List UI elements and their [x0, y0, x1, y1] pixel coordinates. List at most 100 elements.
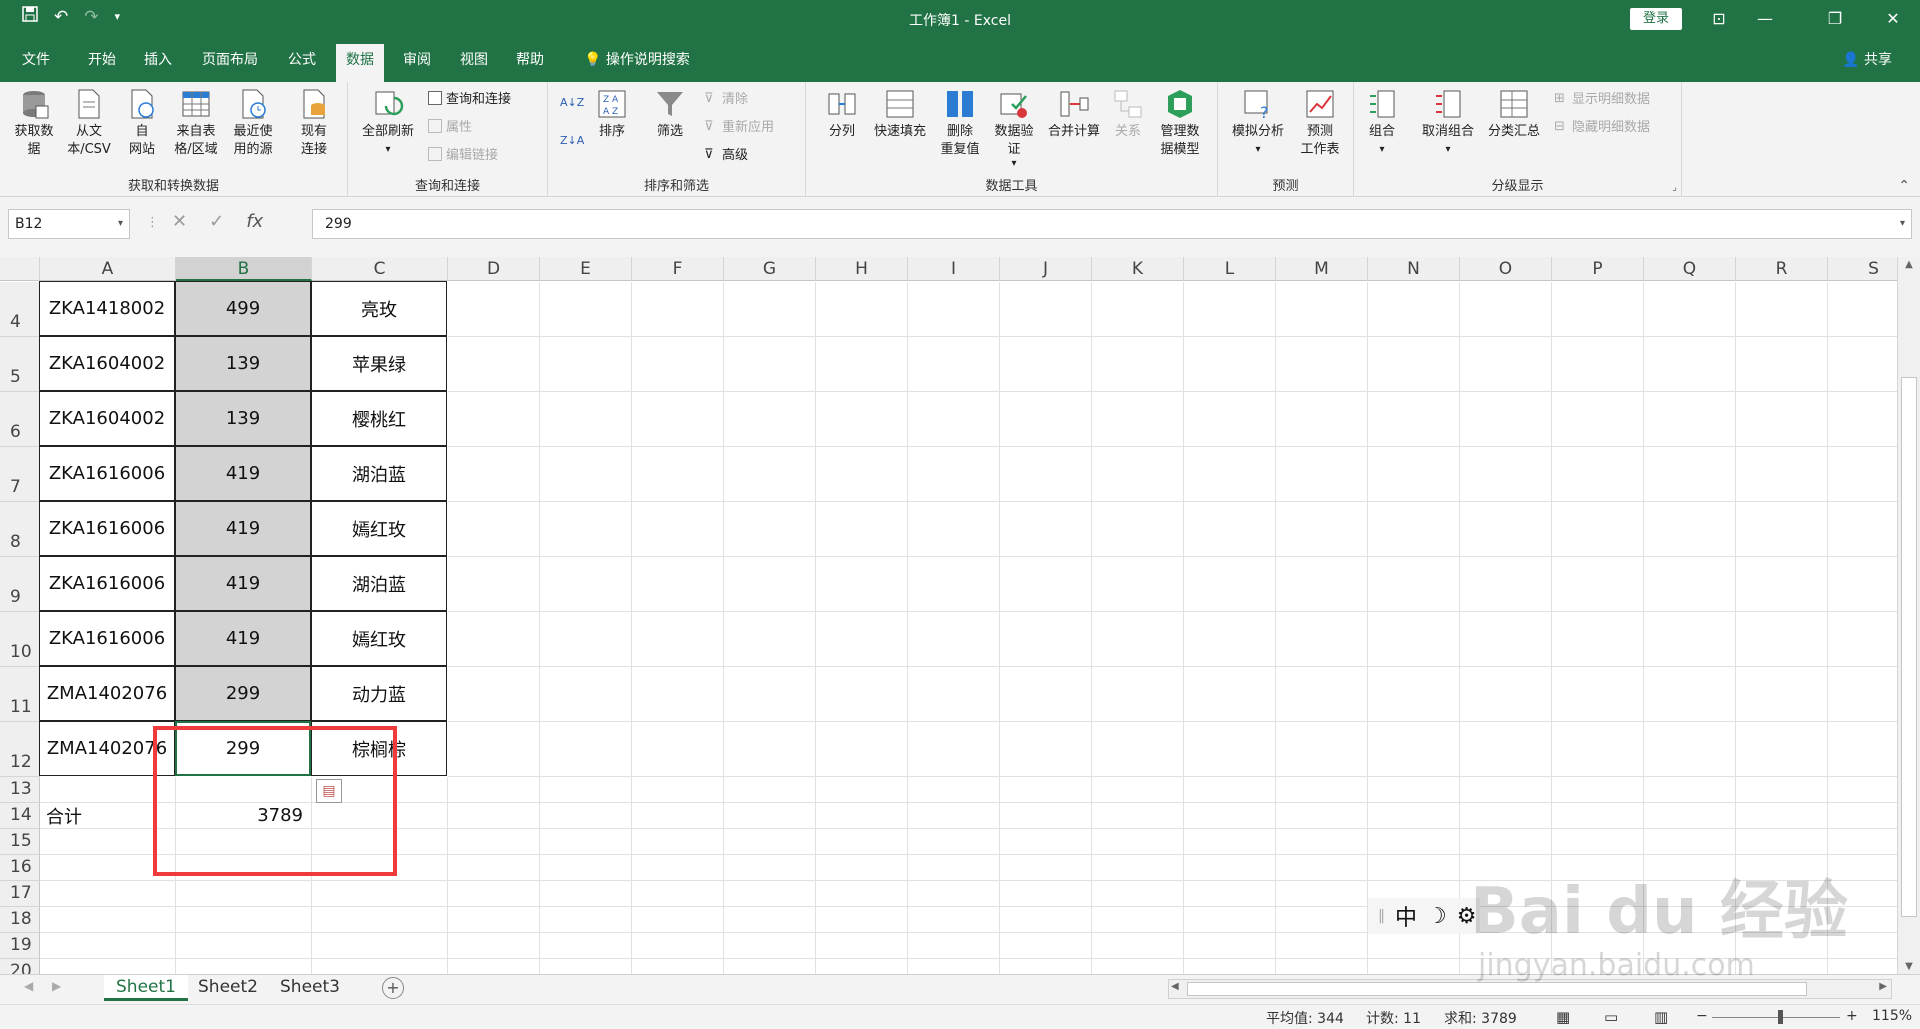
- cell-j[interactable]: [1000, 881, 1092, 907]
- cell-h[interactable]: [816, 502, 908, 557]
- get-data-button[interactable]: 获取数 据: [8, 86, 60, 159]
- row-header[interactable]: 8: [0, 502, 40, 557]
- cell-f[interactable]: [632, 722, 724, 777]
- cell-a[interactable]: ZKA1616006: [39, 611, 175, 666]
- cell-m[interactable]: [1276, 777, 1368, 803]
- tab-data[interactable]: 数据: [336, 44, 384, 82]
- cell-c[interactable]: 苹果绿: [311, 336, 447, 391]
- row-header[interactable]: 17: [0, 881, 40, 907]
- cell-b[interactable]: 419: [175, 611, 311, 666]
- cell-g[interactable]: [724, 447, 816, 502]
- cell-s[interactable]: [1828, 803, 1897, 829]
- cell-r[interactable]: [1736, 502, 1828, 557]
- cell-o[interactable]: [1460, 337, 1552, 392]
- cell-p[interactable]: [1552, 667, 1644, 722]
- cell-o[interactable]: [1460, 667, 1552, 722]
- cell-q[interactable]: [1644, 502, 1736, 557]
- cell-h[interactable]: [816, 447, 908, 502]
- add-sheet-icon[interactable]: +: [382, 977, 404, 999]
- cell-f[interactable]: [632, 855, 724, 881]
- cell-j[interactable]: [1000, 907, 1092, 933]
- cell-h[interactable]: [816, 933, 908, 959]
- vertical-scrollbar[interactable]: ▲ ▼: [1897, 257, 1920, 974]
- cell-g[interactable]: [724, 337, 816, 392]
- page-layout-view-icon[interactable]: ▭: [1604, 1008, 1618, 1026]
- cell-s[interactable]: [1828, 447, 1897, 502]
- normal-view-icon[interactable]: ▦: [1556, 1008, 1570, 1026]
- queries-connections-button[interactable]: 查询和连接: [428, 88, 511, 107]
- sheet-tab-sheet2[interactable]: Sheet2: [186, 975, 270, 1001]
- cell-p[interactable]: [1552, 777, 1644, 803]
- cell-b[interactable]: 419: [175, 556, 311, 611]
- column-header-k[interactable]: K: [1092, 257, 1184, 281]
- cell-e[interactable]: [540, 855, 632, 881]
- cell-i[interactable]: [908, 933, 1000, 959]
- cell-n[interactable]: [1368, 392, 1460, 447]
- cell-p[interactable]: [1552, 282, 1644, 337]
- cell-f[interactable]: [632, 959, 724, 974]
- cell-b[interactable]: [176, 881, 312, 907]
- cell-j[interactable]: [1000, 855, 1092, 881]
- cell-b[interactable]: [176, 907, 312, 933]
- zoom-in-icon[interactable]: +: [1846, 1008, 1858, 1024]
- cell-q[interactable]: [1644, 447, 1736, 502]
- cell-h[interactable]: [816, 829, 908, 855]
- column-header-m[interactable]: M: [1276, 257, 1368, 281]
- column-header-a[interactable]: A: [40, 257, 176, 281]
- cell-i[interactable]: [908, 803, 1000, 829]
- cell-l[interactable]: [1184, 392, 1276, 447]
- cell-l[interactable]: [1184, 907, 1276, 933]
- cell-r[interactable]: [1736, 392, 1828, 447]
- cell-p[interactable]: [1552, 502, 1644, 557]
- cell-r[interactable]: [1736, 803, 1828, 829]
- cell-e[interactable]: [540, 881, 632, 907]
- sort-button[interactable]: Z AA Z 排序: [590, 86, 634, 141]
- cell-d[interactable]: [448, 777, 540, 803]
- cell-b[interactable]: [176, 959, 312, 974]
- cell-q[interactable]: [1644, 777, 1736, 803]
- cell-c[interactable]: [312, 855, 448, 881]
- cell-n[interactable]: [1368, 447, 1460, 502]
- cell-g[interactable]: [724, 907, 816, 933]
- cell-d[interactable]: [448, 282, 540, 337]
- cell-h[interactable]: [816, 959, 908, 974]
- cell-c[interactable]: 湖泊蓝: [311, 446, 447, 501]
- cell-q[interactable]: [1644, 392, 1736, 447]
- cell-n[interactable]: [1368, 612, 1460, 667]
- cell-j[interactable]: [1000, 447, 1092, 502]
- column-header-i[interactable]: I: [908, 257, 1000, 281]
- undo-icon[interactable]: ↶: [54, 7, 68, 27]
- cell-l[interactable]: [1184, 337, 1276, 392]
- cell-b[interactable]: [176, 933, 312, 959]
- column-header-s[interactable]: S: [1828, 257, 1897, 281]
- tab-review[interactable]: 审阅: [393, 38, 441, 82]
- row-header[interactable]: 16: [0, 855, 40, 881]
- scroll-left-icon[interactable]: ◀: [1171, 981, 1179, 992]
- cell-i[interactable]: [908, 392, 1000, 447]
- from-web-button[interactable]: 自 网站: [120, 86, 164, 159]
- cell-c[interactable]: [312, 959, 448, 974]
- cell-b[interactable]: 419: [175, 446, 311, 501]
- cell-n[interactable]: [1368, 722, 1460, 777]
- ime-language[interactable]: 中: [1395, 900, 1417, 932]
- cell-b[interactable]: 139: [175, 336, 311, 391]
- cell-h[interactable]: [816, 881, 908, 907]
- cell-k[interactable]: [1092, 337, 1184, 392]
- minimize-icon[interactable]: —: [1750, 6, 1780, 32]
- cell-l[interactable]: [1184, 612, 1276, 667]
- what-if-analysis-button[interactable]: ? 模拟分析 ▾: [1226, 86, 1290, 159]
- name-box[interactable]: B12 ▾: [8, 209, 130, 239]
- cell-i[interactable]: [908, 881, 1000, 907]
- cell-p[interactable]: [1552, 557, 1644, 612]
- cell-h[interactable]: [816, 803, 908, 829]
- cell-h[interactable]: [816, 612, 908, 667]
- cell-h[interactable]: [816, 777, 908, 803]
- cell-k[interactable]: [1092, 612, 1184, 667]
- cell-f[interactable]: [632, 667, 724, 722]
- column-header-j[interactable]: J: [1000, 257, 1092, 281]
- cell-d[interactable]: [448, 855, 540, 881]
- cell-r[interactable]: [1736, 667, 1828, 722]
- cell-g[interactable]: [724, 881, 816, 907]
- cell-p[interactable]: [1552, 803, 1644, 829]
- cell-m[interactable]: [1276, 447, 1368, 502]
